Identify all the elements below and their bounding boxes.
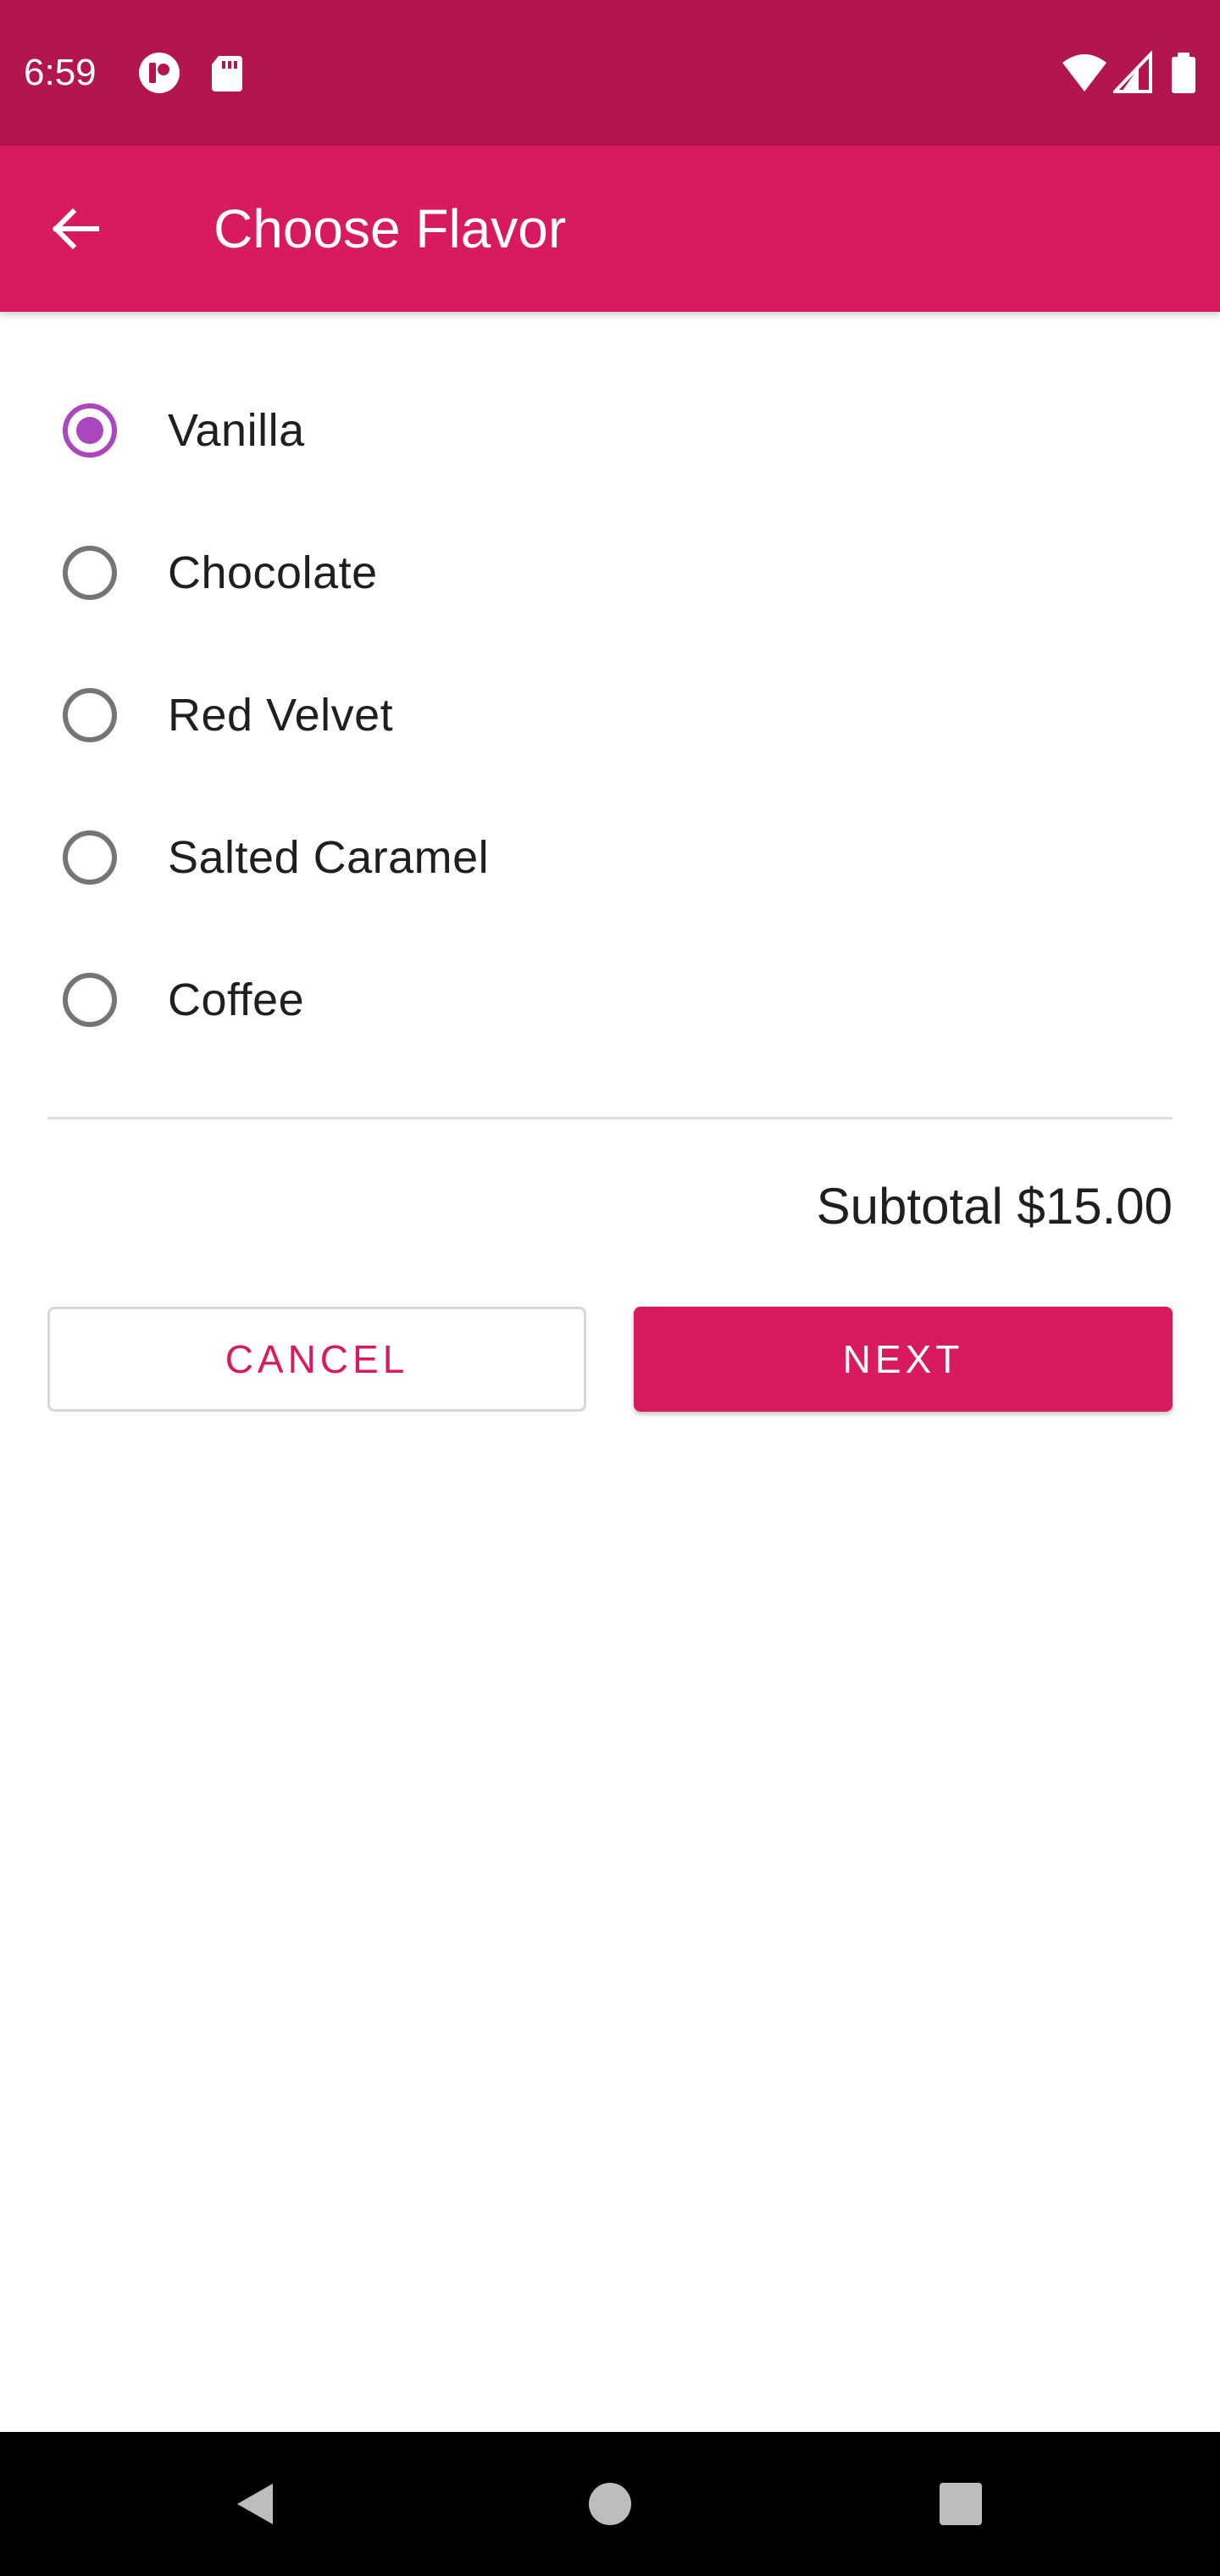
flavor-label: Coffee [168,974,305,1025]
flavor-option-coffee[interactable]: Coffee [0,929,1220,1071]
back-button[interactable] [34,188,115,269]
battery-icon [1169,51,1198,95]
system-nav-bar [0,2432,1220,2576]
arrow-back-icon [52,208,99,250]
flavor-label: Red Velvet [168,690,394,741]
radio-button[interactable] [63,546,117,600]
radio-button[interactable] [63,830,117,885]
radio-button-checked[interactable] [63,403,117,458]
flavor-option-vanilla[interactable]: Vanilla [0,359,1220,502]
next-button[interactable]: NEXT [634,1307,1173,1412]
divider [47,1117,1173,1119]
cell-signal-icon [1111,50,1152,95]
app-bar: Choose Flavor [0,146,1220,312]
recents-square-icon [940,2483,982,2525]
radio-button[interactable] [63,973,117,1027]
flavor-option-chocolate[interactable]: Chocolate [0,502,1220,644]
flavor-label: Salted Caramel [168,832,490,883]
page-title: Choose Flavor [214,198,567,259]
back-triangle-icon [237,2484,273,2524]
nav-home-button[interactable] [568,2462,652,2546]
flavor-label: Chocolate [168,547,378,598]
nav-back-button[interactable] [212,2462,297,2546]
flavor-option-red-velvet[interactable]: Red Velvet [0,644,1220,786]
wifi-icon [1061,51,1108,95]
app-notification-icon [137,51,181,95]
flavor-option-salted-caramel[interactable]: Salted Caramel [0,786,1220,929]
flavor-label: Vanilla [168,405,305,456]
status-bar: 6:59 [0,0,1220,146]
sd-card-icon [205,51,249,95]
cancel-button[interactable]: CANCEL [47,1307,586,1412]
status-time: 6:59 [24,52,97,93]
radio-button[interactable] [63,688,117,742]
home-circle-icon [589,2483,631,2525]
flavor-radio-group: Vanilla Chocolate Red Velvet Salted Cara… [0,359,1220,1071]
subtotal-text: Subtotal $15.00 [816,1178,1173,1235]
nav-recents-button[interactable] [918,2462,1003,2546]
